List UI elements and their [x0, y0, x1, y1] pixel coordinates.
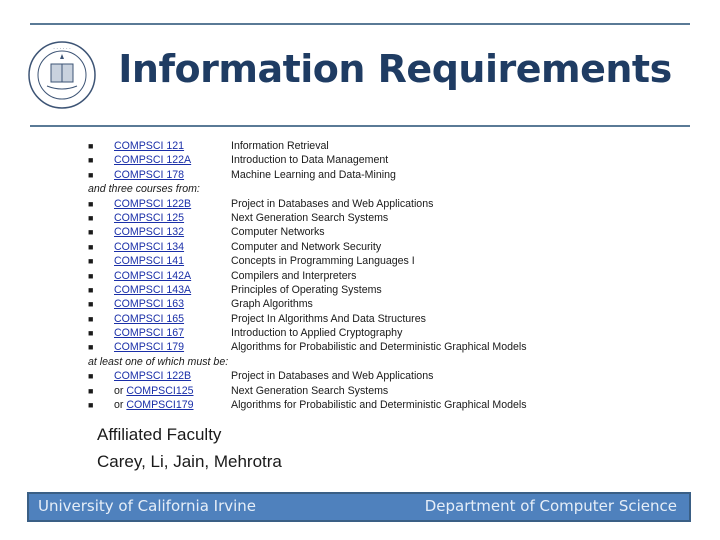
- course-link[interactable]: COMPSCI 125: [114, 212, 184, 224]
- list-item: ■ COMPSCI 179 Algorithms for Probabilist…: [88, 340, 708, 354]
- course-description: Project in Databases and Web Application…: [231, 370, 434, 383]
- faculty-names: Carey, Li, Jain, Mehrotra: [97, 452, 282, 471]
- course-link[interactable]: COMPSCI179: [126, 399, 193, 411]
- course-description: Algorithms for Probabilistic and Determi…: [231, 399, 527, 412]
- course-link[interactable]: COMPSCI 141: [114, 255, 184, 267]
- course-link[interactable]: COMPSCI 163: [114, 298, 184, 310]
- course-link[interactable]: COMPSCI 179: [114, 341, 184, 353]
- bullet-icon: ■: [88, 270, 94, 281]
- course-description: Next Generation Search Systems: [231, 384, 389, 397]
- bullet-icon: ■: [88, 400, 94, 411]
- course-description: Computer Networks: [231, 226, 325, 239]
- bullet-icon: ■: [88, 241, 94, 252]
- course-link[interactable]: COMPSCI 167: [114, 327, 184, 339]
- list-item: ■ COMPSCI 122A Introduction to Data Mana…: [88, 153, 708, 167]
- bullet-icon: ■: [88, 256, 94, 267]
- page-title: Information Requirements: [118, 47, 672, 91]
- course-link[interactable]: COMPSCI 178: [114, 169, 184, 181]
- faculty-section: Affiliated Faculty Carey, Li, Jain, Mehr…: [97, 421, 282, 475]
- course-description: Concepts in Programming Languages I: [231, 255, 415, 268]
- course-link[interactable]: COMPSCI 132: [114, 226, 184, 238]
- course-description: Introduction to Applied Cryptography: [231, 327, 403, 340]
- footer-bar: University of California Irvine Departme…: [27, 492, 691, 522]
- bullet-icon: ■: [88, 141, 94, 151]
- bullet-icon: ■: [88, 155, 94, 166]
- must-intro: at least one of which must be:: [88, 355, 229, 368]
- course-link[interactable]: COMPSCI 134: [114, 241, 184, 253]
- course-description: Algorithms for Probabilistic and Determi…: [231, 341, 527, 354]
- bullet-icon: ■: [88, 198, 94, 209]
- course-description: Information Retrieval: [231, 140, 329, 152]
- course-description: Project In Algorithms And Data Structure…: [231, 312, 426, 325]
- elective-intro: and three courses from:: [88, 183, 200, 196]
- title-divider: [30, 125, 690, 127]
- list-item: ■ COMPSCI 143A Principles of Operating S…: [88, 283, 708, 297]
- list-item: ■ or COMPSCI179 Algorithms for Probabili…: [88, 399, 527, 412]
- top-divider: [30, 23, 690, 25]
- course-description: Project in Databases and Web Application…: [231, 197, 434, 210]
- list-item: ■ COMPSCI 122B Project in Databases and …: [88, 369, 708, 383]
- course-description: Graph Algorithms: [231, 298, 313, 311]
- list-item: ■ COMPSCI 141 Concepts in Programming La…: [88, 254, 708, 268]
- course-link[interactable]: COMPSCI 143A: [114, 284, 191, 296]
- list-item: ■ COMPSCI 142A Compilers and Interpreter…: [88, 269, 708, 283]
- list-item: ■ COMPSCI 121 Information Retrieval: [88, 139, 708, 153]
- course-link[interactable]: COMPSCI 122A: [114, 154, 191, 166]
- course-link[interactable]: COMPSCI 165: [114, 313, 184, 325]
- bullet-icon: ■: [88, 342, 94, 353]
- bullet-icon: ■: [88, 371, 94, 382]
- footer-department: Department of Computer Science: [424, 497, 677, 515]
- bullet-icon: ■: [88, 169, 94, 180]
- list-item: ■ or COMPSCI125 Next Generation Search S…: [88, 384, 389, 397]
- course-link[interactable]: COMPSCI125: [126, 385, 193, 397]
- course-description: Computer and Network Security: [231, 240, 382, 253]
- course-description: Principles of Operating Systems: [231, 283, 382, 296]
- course-description: Machine Learning and Data-Mining: [231, 168, 396, 181]
- list-item: ■ COMPSCI 165 Project In Algorithms And …: [88, 312, 708, 326]
- bullet-icon: ■: [88, 212, 94, 223]
- list-item: ■ COMPSCI 163 Graph Algorithms: [88, 297, 708, 311]
- course-description: Compilers and Interpreters: [231, 269, 357, 282]
- list-item: ■ COMPSCI 167 Introduction to Applied Cr…: [88, 326, 708, 340]
- course-description: Next Generation Search Systems: [231, 211, 389, 224]
- bullet-icon: ■: [88, 328, 94, 339]
- list-item: ■ COMPSCI 178 Machine Learning and Data-…: [88, 168, 708, 182]
- faculty-heading: Affiliated Faculty: [97, 425, 222, 444]
- bullet-icon: ■: [88, 313, 94, 324]
- course-link[interactable]: COMPSCI 142A: [114, 270, 191, 282]
- list-item: ■ COMPSCI 122B Project in Databases and …: [88, 197, 708, 211]
- footer-university: University of California Irvine: [38, 497, 257, 515]
- bullet-icon: ■: [88, 284, 94, 295]
- bullet-icon: ■: [88, 227, 94, 238]
- list-item: ■ COMPSCI 125 Next Generation Search Sys…: [88, 211, 708, 225]
- bullet-icon: ■: [88, 299, 94, 310]
- course-list: ■ COMPSCI 121 Information Retrieval ■ CO…: [88, 139, 708, 412]
- course-description: Introduction to Data Management: [231, 154, 389, 167]
- course-link[interactable]: COMPSCI 122B: [114, 198, 191, 210]
- list-item: ■ COMPSCI 132 Computer Networks: [88, 225, 708, 239]
- course-link[interactable]: COMPSCI 121: [114, 140, 184, 152]
- course-link[interactable]: COMPSCI 122B: [114, 370, 191, 382]
- bullet-icon: ■: [88, 385, 94, 396]
- list-item: ■ COMPSCI 134 Computer and Network Secur…: [88, 240, 708, 254]
